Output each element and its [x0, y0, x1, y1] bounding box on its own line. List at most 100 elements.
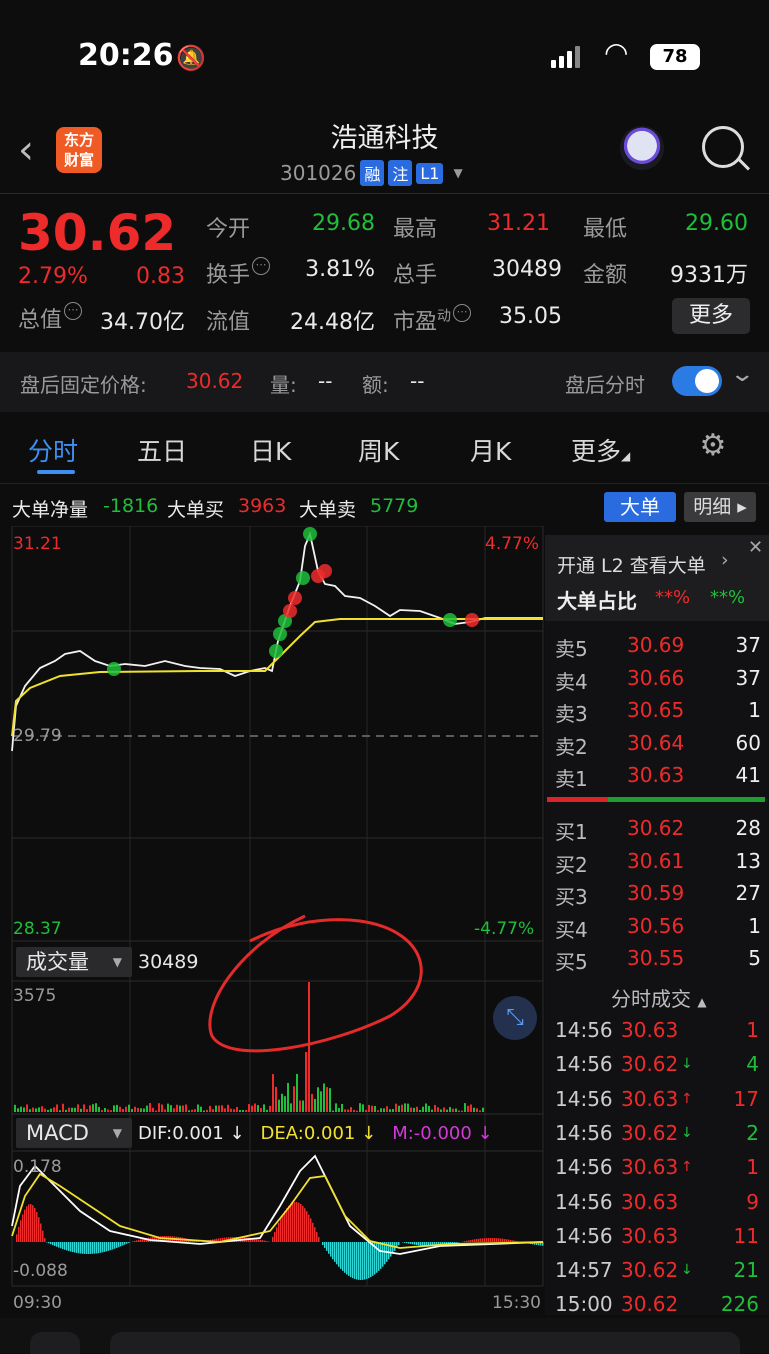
tab-more[interactable]: 更多◢ — [571, 432, 630, 468]
intraday-chart[interactable] — [0, 526, 545, 1318]
level-label: 买1 — [555, 816, 588, 845]
tick-arrow: ↑ — [681, 1091, 693, 1107]
clock: 20:26 — [78, 38, 174, 73]
after-hours-toggle[interactable] — [672, 366, 722, 396]
tick-row: 14:5630.6311 — [545, 1221, 769, 1253]
pct-top-label: 4.77% — [485, 534, 539, 554]
chevron-down-icon[interactable]: ⌄ — [729, 362, 755, 387]
turnover-value: 3.81% — [290, 257, 375, 282]
volume-indicator-select[interactable]: 成交量▼ — [16, 947, 132, 977]
close-icon[interactable]: ✕ — [748, 537, 763, 558]
tab-five-day[interactable]: 五日 — [137, 432, 187, 468]
bid-row[interactable]: 买230.6113 — [545, 846, 769, 878]
ask-row[interactable]: 卖130.6341 — [545, 760, 769, 792]
low-label: 最低 — [583, 211, 627, 243]
level-volume: 1 — [748, 914, 761, 938]
stock-code-row[interactable]: 301026 融 注 L1 ▼ — [280, 160, 463, 186]
l2-promo-text: 开通 L2 查看大单 — [557, 551, 706, 578]
big-order-button[interactable]: 大单 — [604, 492, 676, 522]
big-sell-value: 5779 — [370, 495, 418, 517]
level-volume: 27 — [736, 881, 761, 905]
bid-row[interactable]: 买530.555 — [545, 943, 769, 975]
after-hours-vol-label: 量: — [270, 369, 297, 398]
hand-drawn-circle — [210, 916, 421, 1051]
bottom-button[interactable] — [30, 1332, 80, 1354]
m-value: M:-0.000 ↓ — [392, 1123, 492, 1144]
bid-ask-separator — [547, 797, 765, 802]
tick-time: 14:56 — [555, 1121, 613, 1145]
dropdown-icon[interactable]: ▼ — [453, 166, 462, 180]
ask-row[interactable]: 卖430.6637 — [545, 663, 769, 695]
tab-intraday[interactable]: 分时 — [28, 432, 78, 468]
tick-row: 14:5630.62↓4 — [545, 1049, 769, 1081]
registration-tag: 注 — [388, 160, 412, 186]
l2-promo[interactable]: 开通 L2 查看大单 › ✕ 大单占比 **% **% — [545, 535, 769, 621]
tick-volume: 17 — [734, 1087, 759, 1111]
level-volume: 5 — [748, 946, 761, 970]
bid-row[interactable]: 买430.561 — [545, 911, 769, 943]
tick-time: 14:56 — [555, 1224, 613, 1248]
ticks-title[interactable]: 分时成交 ▲ — [611, 983, 707, 1012]
after-hours-bar: 盘后固定价格: 30.62 量: -- 额: -- 盘后分时 ⌄ — [0, 352, 769, 412]
open-label: 今开 — [206, 211, 250, 243]
tick-volume: 4 — [746, 1052, 759, 1076]
ask-row[interactable]: 卖330.651 — [545, 695, 769, 727]
tab-monthly-k[interactable]: 月K — [470, 432, 511, 468]
expand-icon[interactable]: ⤡ — [493, 996, 537, 1040]
level-volume: 41 — [736, 763, 761, 787]
bottom-bar — [0, 1318, 769, 1353]
tick-time: 14:56 — [555, 1018, 613, 1042]
tick-row: 14:5630.639 — [545, 1187, 769, 1219]
level-volume: 37 — [736, 666, 761, 690]
macd-indicator-select[interactable]: MACD▼ — [16, 1118, 132, 1148]
stock-header: ‹ 东方财富 浩通科技 301026 融 注 L1 ▼ — [0, 110, 769, 192]
tick-arrow: ↑ — [681, 1159, 693, 1175]
float-cap-label: 流值 — [206, 304, 250, 336]
big-ratio-label: 大单占比 — [557, 585, 637, 614]
level-label: 卖5 — [555, 633, 588, 662]
search-icon[interactable] — [702, 126, 744, 168]
assistant-robot-icon[interactable] — [620, 126, 664, 170]
more-button[interactable]: 更多 — [672, 298, 750, 334]
gear-icon[interactable]: ⚙ — [696, 429, 730, 463]
ask-row[interactable]: 卖230.6460 — [545, 728, 769, 760]
tab-daily-k[interactable]: 日K — [250, 432, 291, 468]
info-icon[interactable]: ⋯ — [64, 302, 82, 320]
level-label: 卖1 — [555, 763, 588, 792]
level-volume: 13 — [736, 849, 761, 873]
dif-value: DIF:0.001 ↓ — [138, 1123, 245, 1144]
ask-row[interactable]: 卖530.6937 — [545, 630, 769, 662]
tab-weekly-k[interactable]: 周K — [358, 432, 399, 468]
tick-volume: 9 — [746, 1190, 759, 1214]
volume-total: 30489 — [138, 951, 198, 973]
price-mid-label: 29.79 — [13, 726, 62, 746]
comment-input[interactable] — [110, 1332, 740, 1354]
wifi-icon: ◠ — [604, 36, 628, 69]
signal-icon — [551, 44, 580, 68]
bid-row[interactable]: 买330.5927 — [545, 878, 769, 910]
bid-row[interactable]: 买130.6228 — [545, 813, 769, 845]
macd-bars — [16, 1202, 544, 1280]
tick-volume: 2 — [746, 1121, 759, 1145]
tick-arrow: ↓ — [681, 1125, 693, 1141]
level-volume: 37 — [736, 633, 761, 657]
detail-button[interactable]: 明细 ▸ — [684, 492, 756, 522]
pct-bot-label: -4.77% — [474, 919, 534, 939]
after-hours-label: 盘后固定价格: — [20, 369, 147, 398]
tick-time: 14:56 — [555, 1087, 613, 1111]
tick-row: 14:5630.63↑1 — [545, 1152, 769, 1184]
level-price: 30.65 — [627, 698, 684, 722]
tick-volume: 1 — [746, 1155, 759, 1179]
big-ratio-red: **% — [655, 587, 690, 608]
chevron-right-icon: › — [721, 549, 729, 571]
big-order-dots — [107, 527, 479, 676]
bell-muted-icon: 🔕 — [176, 44, 206, 72]
last-price: 30.62 — [18, 204, 176, 262]
tick-volume: 226 — [721, 1292, 759, 1316]
info-icon[interactable]: ⋯ — [453, 304, 471, 322]
info-icon[interactable]: ⋯ — [252, 257, 270, 275]
volume-bars — [14, 982, 484, 1112]
tick-row: 14:5630.62↓2 — [545, 1118, 769, 1150]
market-cap-value: 34.70亿 — [100, 304, 185, 336]
volume-value: 30489 — [470, 257, 562, 282]
